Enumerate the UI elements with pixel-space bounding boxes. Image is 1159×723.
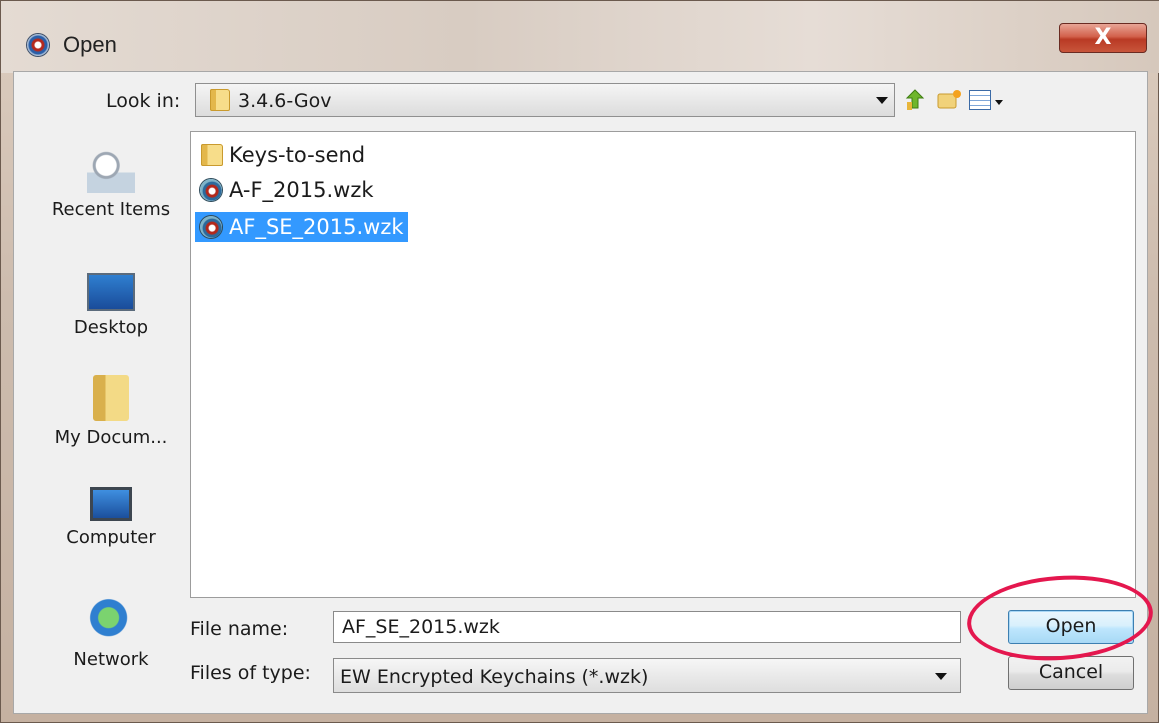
computer-icon	[90, 487, 132, 521]
place-label: Desktop	[73, 317, 149, 338]
open-button[interactable]: Open	[1008, 610, 1134, 644]
place-network[interactable]: Network	[36, 597, 186, 670]
view-dropdown-arrow-icon[interactable]	[995, 100, 1003, 105]
my-documents-icon	[93, 375, 129, 421]
files-of-type-value: EW Encrypted Keychains (*.wzk)	[340, 666, 649, 688]
look-in-value: 3.4.6-Gov	[238, 90, 332, 112]
network-icon	[87, 597, 135, 643]
file-name-label: File name:	[190, 618, 289, 640]
title-bar[interactable]: Open X	[1, 1, 1159, 73]
create-new-folder-icon[interactable]	[936, 88, 961, 112]
place-desktop[interactable]: Desktop	[36, 267, 186, 338]
up-one-level-icon[interactable]	[903, 88, 927, 112]
file-name-text: Keys-to-send	[229, 143, 366, 167]
dialog-client-area: Look in: 3.4.6-Gov Recent Items Desktop	[13, 71, 1148, 714]
place-label: Network	[73, 649, 149, 670]
window-title: Open	[63, 32, 117, 57]
files-of-type-label: Files of type:	[190, 662, 311, 684]
close-button[interactable]: X	[1059, 23, 1147, 53]
folder-icon	[210, 89, 230, 111]
file-name-text: AF_SE_2015.wzk	[229, 215, 404, 239]
cancel-button[interactable]: Cancel	[1008, 656, 1134, 690]
place-label: My Docum...	[54, 427, 168, 448]
chevron-down-icon[interactable]	[935, 673, 947, 680]
places-bar: Recent Items Desktop My Docum... Compute…	[36, 127, 186, 707]
list-item[interactable]: Keys-to-send	[195, 140, 369, 170]
look-in-label: Look in:	[106, 90, 181, 112]
list-item-selected[interactable]: AF_SE_2015.wzk	[195, 212, 408, 242]
file-name-text: A-F_2015.wzk	[229, 178, 374, 202]
view-menu-icon[interactable]	[969, 90, 991, 110]
keychain-file-icon	[200, 179, 222, 201]
place-label: Recent Items	[51, 199, 171, 220]
recent-items-icon	[87, 147, 135, 193]
place-label: Computer	[66, 527, 156, 548]
file-list[interactable]: Keys-to-send A-F_2015.wzk AF_SE_2015.wzk	[190, 131, 1136, 598]
dialog-window: Open X Look in: 3.4.6-Gov Recent Items D…	[0, 0, 1159, 723]
files-of-type-dropdown[interactable]: EW Encrypted Keychains (*.wzk)	[333, 658, 961, 693]
list-item[interactable]: A-F_2015.wzk	[195, 175, 378, 205]
app-icon	[27, 34, 49, 56]
place-recent-items[interactable]: Recent Items	[36, 147, 186, 220]
chevron-down-icon[interactable]	[876, 97, 888, 104]
folder-icon	[201, 144, 223, 166]
look-in-dropdown[interactable]: 3.4.6-Gov	[195, 83, 895, 117]
file-name-input[interactable]	[333, 611, 961, 643]
place-computer[interactable]: Computer	[36, 487, 186, 548]
place-my-documents[interactable]: My Docum...	[36, 375, 186, 448]
desktop-icon	[87, 273, 135, 311]
keychain-file-icon	[200, 216, 222, 238]
